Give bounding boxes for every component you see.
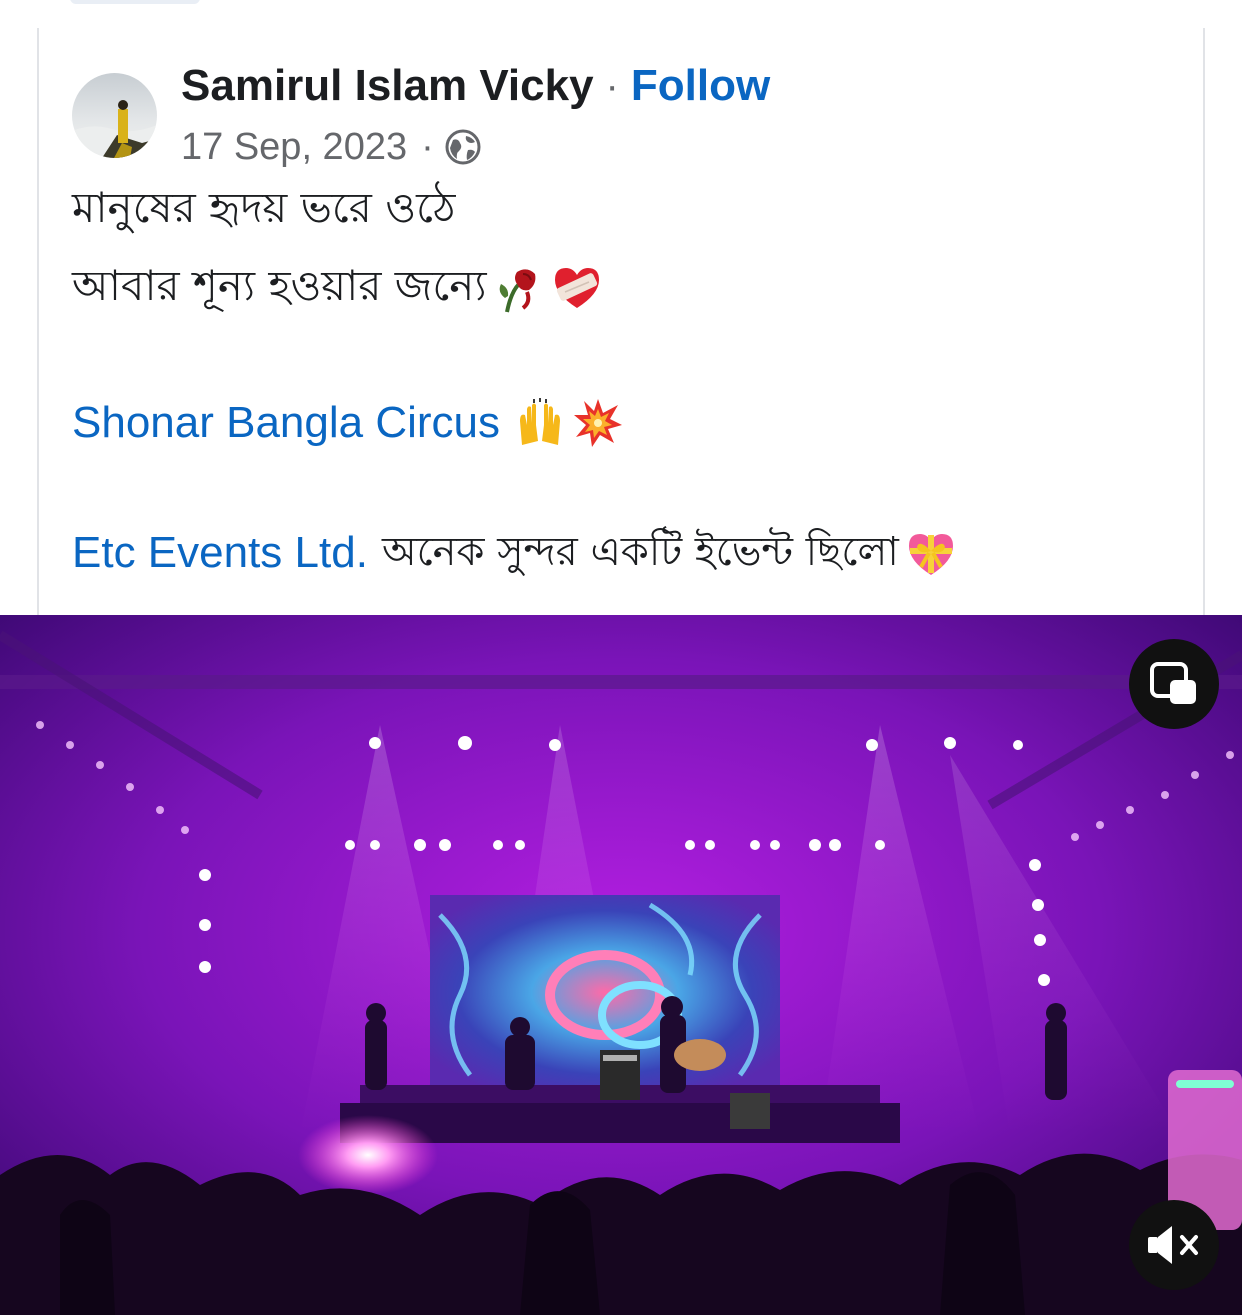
follow-button[interactable]: Follow <box>631 61 770 111</box>
collision-emoji-icon <box>574 399 623 447</box>
post-text: অনেক সুন্দর একটি ইভেন্ট ছিলো <box>381 528 899 575</box>
page-link-etc-events[interactable]: Etc Events Ltd. <box>72 528 368 578</box>
separator-dot: · <box>605 63 619 108</box>
hashtag-line: Shonar Bangla Circus <box>72 392 624 454</box>
mending-heart-emoji-icon <box>554 268 599 308</box>
post-header: Samirul Islam Vicky · Follow <box>181 58 770 114</box>
post-text: আবার শূন্য হওয়ার জন্যে <box>72 260 487 310</box>
speaker-muted-icon <box>1148 1226 1198 1264</box>
picture-in-picture-button[interactable] <box>1129 639 1219 729</box>
video-player[interactable] <box>0 615 1242 1315</box>
post-text-line: আবার শূন্য হওয়ার জন্যে <box>72 258 603 318</box>
raising-hands-emoji-icon <box>520 398 561 445</box>
event-line: Etc Events Ltd. অনেক সুন্দর একটি ইভেন্ট … <box>72 522 957 584</box>
globe-icon <box>445 129 481 165</box>
mute-button[interactable] <box>1129 1200 1219 1290</box>
concert-stage-video-frame <box>0 615 1242 1315</box>
picture-in-picture-icon <box>1150 662 1196 704</box>
top-scroll-pill <box>70 0 200 4</box>
separator-dot: · <box>421 125 434 168</box>
profile-photo-avatar-icon <box>72 73 157 158</box>
wilted-rose-emoji-icon <box>499 269 535 313</box>
heart-with-ribbon-emoji-icon <box>908 534 953 575</box>
post-date[interactable]: 17 Sep, 2023 <box>181 126 407 169</box>
post-text: মানুষের হৃদয় ভরে ওঠে <box>72 182 456 232</box>
post-text-line: মানুষের হৃদয় ভরে ওঠে <box>72 182 455 238</box>
author-name[interactable]: Samirul Islam Vicky <box>181 61 594 111</box>
page-link-shonar-bangla-circus[interactable]: Shonar Bangla Circus <box>72 398 500 448</box>
post-meta: 17 Sep, 2023 · <box>181 124 482 170</box>
avatar[interactable] <box>72 73 157 158</box>
